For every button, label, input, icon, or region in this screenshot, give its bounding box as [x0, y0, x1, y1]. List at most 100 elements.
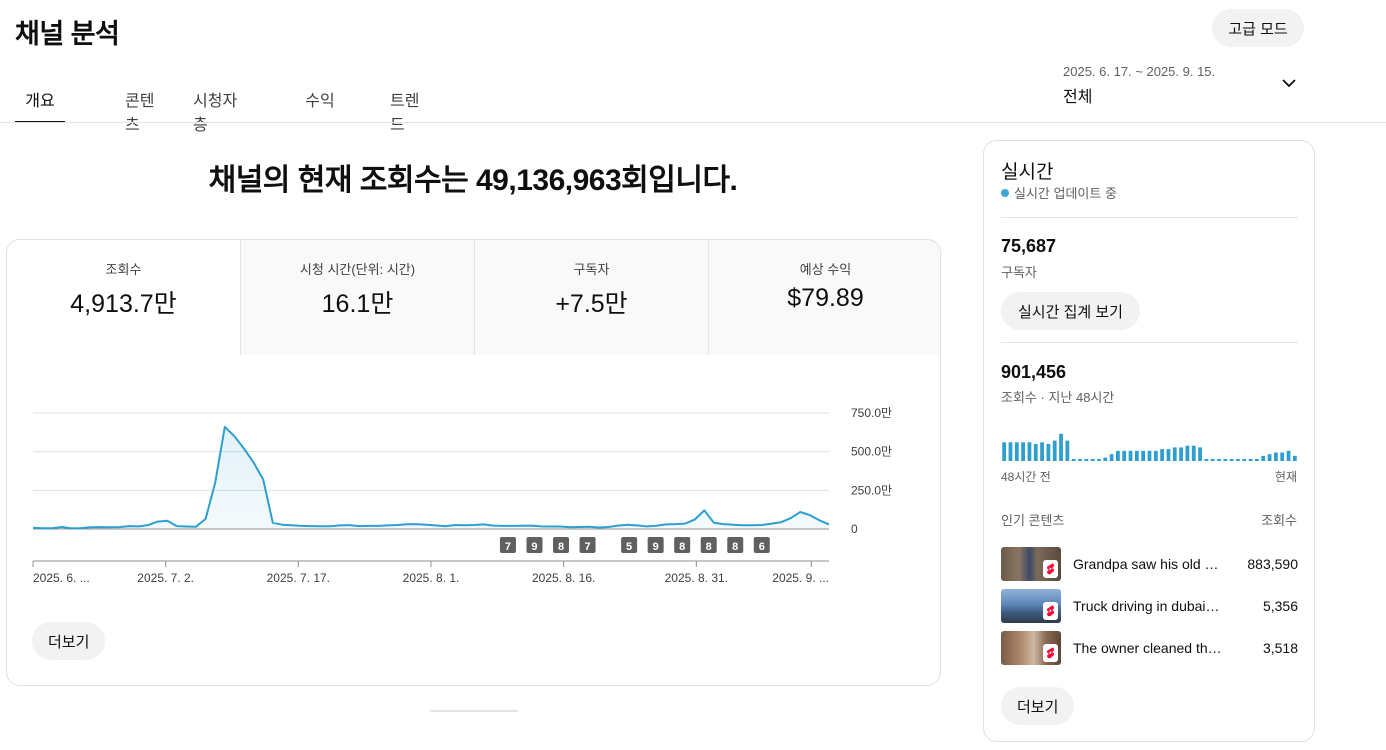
hourly-bar [1223, 459, 1228, 461]
metric-tab-revenue[interactable]: 예상 수익 $79.89 [708, 240, 940, 355]
content-title: Grandpa saw his old h... [1073, 556, 1223, 572]
hourly-bar [1147, 450, 1152, 461]
metric-value: +7.5만 [555, 290, 628, 318]
tab-overview[interactable]: 개요 [15, 70, 65, 123]
hourly-bar [1134, 450, 1139, 461]
event-marker[interactable]: 8 [727, 537, 744, 553]
content-views: 5,356 [1262, 598, 1298, 614]
views-48h-count: 901,456 [1001, 362, 1067, 382]
date-range-picker[interactable]: 2025. 6. 17. ~ 2025. 9. 15. 전체 [1063, 62, 1303, 106]
hourly-bar [1097, 459, 1101, 461]
event-marker[interactable]: 6 [753, 537, 770, 553]
metric-label: 시청 시간(단위: 시간) [299, 262, 416, 277]
analytics-tabs: 개요 콘텐츠 시청자층 수익 트렌드 [15, 70, 434, 134]
event-marker[interactable]: 9 [647, 537, 664, 553]
event-marker[interactable]: 7 [499, 537, 516, 553]
event-marker-label: 9 [653, 541, 659, 553]
top-content-item[interactable]: Truck driving in dubai. #s... 5,356 [1001, 589, 1298, 625]
event-marker-label: 5 [626, 541, 632, 553]
hourly-bar [1046, 444, 1051, 461]
hourly-bar [1160, 449, 1165, 461]
realtime-see-more-button[interactable]: 더보기 [1001, 687, 1075, 725]
hourly-bar [1166, 449, 1171, 461]
views-series-area [33, 426, 829, 529]
views-48h-label: 조회수 · 지난 48시간 [1001, 390, 1115, 405]
event-marker[interactable]: 5 [621, 537, 638, 553]
event-marker-label: 8 [706, 541, 712, 553]
content-title: The owner cleaned the h... [1073, 640, 1223, 656]
top-content-item[interactable]: The owner cleaned the h... 3,518 [1001, 631, 1298, 667]
page-title: 채널 분석 [15, 19, 120, 49]
hourly-bar [1021, 442, 1026, 461]
chevron-down-icon [1282, 79, 1296, 88]
event-marker[interactable]: 9 [526, 537, 543, 553]
realtime-count-button[interactable]: 실시간 집계 보기 [1001, 292, 1140, 330]
date-scope-text: 전체 [1063, 89, 1093, 106]
hourly-bar [1292, 455, 1297, 461]
divider [1001, 342, 1298, 343]
hourly-bar [1179, 447, 1183, 461]
hourly-bar [1027, 442, 1032, 461]
hourly-bar [1210, 459, 1215, 461]
hourly-bar [1116, 450, 1120, 461]
hourly-bar [1128, 450, 1133, 461]
hourly-bar [1261, 455, 1266, 461]
event-marker-label: 9 [531, 541, 537, 553]
event-marker-label: 6 [759, 541, 765, 553]
realtime-status-text: 실시간 업데이트 중 [1014, 186, 1117, 201]
metric-label: 구독자 [573, 262, 610, 277]
hourly-bar [1185, 445, 1190, 461]
hourly-bar [1084, 459, 1089, 461]
live-dot-icon [1001, 188, 1009, 197]
hourly-bar [1122, 450, 1127, 461]
carousel-indicator [430, 710, 518, 712]
hourly-axis-end: 현재 [1274, 470, 1297, 484]
shorts-icon [1043, 644, 1058, 662]
event-marker[interactable]: 8 [553, 537, 570, 553]
hourly-bar [1273, 452, 1278, 461]
video-thumbnail [1001, 589, 1061, 623]
event-marker-label: 8 [732, 541, 738, 553]
tab-content[interactable]: 콘텐츠 [125, 70, 160, 134]
hourly-bar [1052, 440, 1057, 461]
tab-audience[interactable]: 시청자층 [193, 70, 251, 134]
top-content-item[interactable]: Grandpa saw his old h... 883,590 [1001, 547, 1298, 583]
header-divider [0, 122, 1386, 123]
subscriber-label: 구독자 [1001, 265, 1037, 280]
hourly-bar [1153, 450, 1158, 461]
top-content-metric: 조회수 [1261, 513, 1297, 528]
event-marker[interactable]: 8 [700, 537, 717, 553]
see-more-button[interactable]: 더보기 [32, 622, 106, 660]
metric-value: $79.89 [787, 284, 864, 312]
top-content-header: 인기 콘텐츠 [1001, 513, 1065, 528]
x-tick-label: 2025. 6. ... [33, 571, 90, 585]
realtime-status: 실시간 업데이트 중 [1001, 183, 1117, 202]
metric-tab-views[interactable]: 조회수 4,913.7만 [7, 240, 240, 355]
metric-label: 조회수 [105, 262, 142, 277]
x-tick-label: 2025. 7. 17. [267, 571, 330, 585]
video-thumbnail [1001, 631, 1061, 665]
hourly-bar [1059, 433, 1063, 461]
event-marker-label: 8 [679, 541, 685, 553]
x-tick-label: 2025. 9. ... [772, 571, 829, 585]
x-tick-label: 2025. 8. 1. [403, 571, 460, 585]
metric-tab-watch-time[interactable]: 시청 시간(단위: 시간) 16.1만 [240, 240, 474, 355]
realtime-card: 실시간 실시간 업데이트 중 75,687 구독자 실시간 집계 보기 901,… [983, 140, 1315, 742]
advanced-mode-button[interactable]: 고급 모드 [1212, 9, 1304, 47]
tab-revenue[interactable]: 수익 [305, 70, 335, 123]
views-chart[interactable]: 750.0만 500.0만 250.0만 0 7 9 8 7 5 9 8 8 8 6 2025. 6. … [7, 355, 941, 615]
overview-card: 조회수 4,913.7만 시청 시간(단위: 시간) 16.1만 구독자 +7.… [6, 239, 941, 686]
hourly-bar [1198, 447, 1202, 461]
hourly-bar [1014, 442, 1019, 461]
metric-value: 4,913.7만 [70, 290, 177, 318]
event-marker[interactable]: 8 [674, 537, 691, 553]
metric-label: 예상 수익 [799, 262, 852, 277]
hourly-bar [1008, 442, 1013, 461]
shorts-icon [1043, 602, 1058, 620]
metric-tab-subscribers[interactable]: 구독자 +7.5만 [474, 240, 708, 355]
x-tick-label: 2025. 8. 16. [532, 571, 595, 585]
tab-trends[interactable]: 트렌드 [390, 70, 434, 134]
hourly-views-chart[interactable] [1001, 421, 1298, 461]
hourly-bar [1217, 459, 1221, 461]
event-marker[interactable]: 7 [579, 537, 596, 553]
